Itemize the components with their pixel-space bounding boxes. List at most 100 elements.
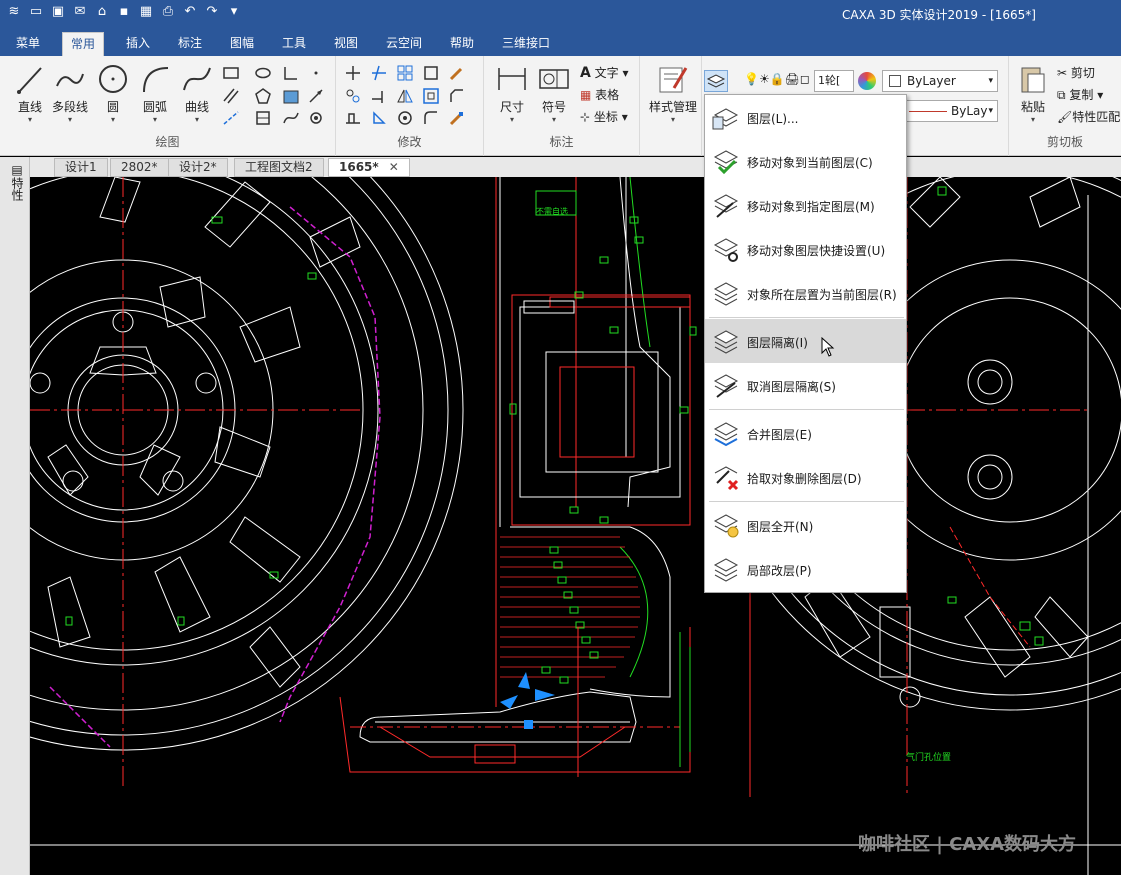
arc-button[interactable]: 圆弧 ▾ [135,62,175,125]
chamfer-icon[interactable] [448,87,466,105]
table-icon: ▦ [580,88,592,102]
doc-tab-design2[interactable]: 设计2* [168,158,228,177]
curve-button[interactable]: 曲线 ▾ [177,62,217,125]
tab-cloud[interactable]: 云空间 [378,32,430,56]
coordinate-button[interactable]: ⊹ 坐标 ▾ [580,108,628,125]
copy-button[interactable]: ⧉ 复制 ▾ [1057,86,1103,103]
symbol-button[interactable]: 符号 ▾ [534,62,574,125]
undo-icon[interactable]: ↶ [182,4,198,20]
offset-icon[interactable] [422,87,440,105]
layer-dropdown-menu: 图层(L)... 移动对象到当前图层(C) 移动对象到指定图层(M) 移动对象图… [704,94,907,593]
open-file-icon[interactable]: ▣ [50,4,66,20]
doc-tab-design1[interactable]: 设计1 [54,158,108,177]
color-bylayer-combo[interactable]: ByLayer ▾ [882,70,998,92]
quick-access-toolbar: ≋ ▭ ▣ ✉ ⌂ ▪ ▦ ⎙ ↶ ↷ ▾ [6,4,242,20]
doc-tab-2802[interactable]: 2802* [110,158,169,177]
tab-view[interactable]: 视图 [326,32,366,56]
chevron-down-icon: ▾ [670,115,675,124]
scissors-icon: ✂ [1057,66,1068,80]
polygon-icon[interactable] [254,87,272,105]
rotate-icon[interactable] [370,109,388,127]
layer-state-icons[interactable]: 💡☀🔒🖨◻ [744,72,810,86]
tab-insert[interactable]: 插入 [118,32,158,56]
tab-3d-interface[interactable]: 三维接口 [494,32,558,56]
color-wheel-icon[interactable] [858,72,876,90]
arrow-icon[interactable] [307,87,325,105]
customize-dropdown-icon[interactable]: ▾ [226,4,242,20]
menu-item-merge-layers[interactable]: 合并图层(E) [705,411,906,455]
table-button[interactable]: ▦ 表格 [580,86,619,103]
text-button[interactable]: A 文字 ▾ [580,64,629,81]
menu-item-set-current-layer[interactable]: 对象所在层置为当前图层(R) [705,271,906,315]
menu-item-layer-quick-settings[interactable]: 移动对象图层快捷设置(U) [705,227,906,271]
arc-icon [143,67,169,93]
print-icon[interactable]: ⎙ [160,4,176,20]
point-icon[interactable] [307,64,325,82]
app-logo-icon[interactable]: ≋ [6,4,22,20]
style-manager-button[interactable]: 样式管理 ▾ [648,62,698,125]
layer-quick-settings-icon [713,238,739,262]
menu-item-layer-isolate[interactable]: 图层隔离(I) [705,319,906,363]
angle-line-icon[interactable] [282,64,300,82]
selection-grip-arrows [500,672,555,729]
tab-menu[interactable]: 菜单 [8,32,48,56]
erase-icon[interactable] [448,109,466,127]
doc-tab-drawing2[interactable]: 工程图文档2 [234,158,324,177]
cut-button[interactable]: ✂ 剪切 [1057,64,1095,81]
menu-item-delete-layer[interactable]: 拾取对象删除图层(D) [705,455,906,499]
move-icon[interactable] [344,64,362,82]
trim-icon[interactable] [370,64,388,82]
explode-icon[interactable] [396,109,414,127]
menu-item-move-to-current-layer[interactable]: 移动对象到当前图层(C) [705,139,906,183]
tab-frame[interactable]: 图幅 [222,32,262,56]
drawing-canvas[interactable]: 不需自选 气门孔位置 [30,177,1121,875]
spline-icon[interactable] [282,109,300,127]
extend-icon[interactable] [370,87,388,105]
menu-item-layer-manager[interactable]: 图层(L)... [705,95,906,139]
tab-tools[interactable]: 工具 [274,32,314,56]
centerline-icon[interactable] [222,109,240,127]
folder-icon[interactable]: ⌂ [94,4,110,20]
style-group: 样式管理 ▾ [640,56,702,156]
line-button[interactable]: 直线 ▾ [10,62,50,125]
close-icon[interactable]: ✕ [389,160,399,174]
doc-tab-1665[interactable]: 1665* ✕ [328,158,410,177]
polyline-button[interactable]: 多段线 ▾ [50,62,90,125]
parallel-line-icon[interactable] [222,87,240,105]
menu-item-partial-change-layer[interactable]: 局部改层(P) [705,547,906,591]
match-properties-button[interactable]: 🖌特性匹配 [1057,108,1120,125]
redo-icon[interactable]: ↷ [204,4,220,20]
menu-separator [709,317,904,318]
paste-button[interactable]: 粘贴 ▾ [1013,62,1053,125]
dimension-button[interactable]: 尺寸 ▾ [492,62,532,125]
rectangle-icon[interactable] [222,64,240,82]
curve-icon [183,67,211,91]
fillet-icon[interactable] [422,109,440,127]
linetype-bylayer-combo[interactable]: ByLay ▾ [906,100,998,122]
stretch-icon[interactable] [344,109,362,127]
layer-tools-button[interactable] [704,70,728,92]
title-bar: ≋ ▭ ▣ ✉ ⌂ ▪ ▦ ⎙ ↶ ↷ ▾ CAXA 3D 实体设计2019 -… [0,0,1121,28]
copy-icon[interactable] [344,87,362,105]
scale-icon[interactable] [422,64,440,82]
layer-combo[interactable]: 1轮[ [814,70,854,92]
hatch-icon[interactable] [282,87,300,105]
gear-icon[interactable] [307,109,325,127]
mirror-icon[interactable] [396,87,414,105]
save-all-icon[interactable]: ▦ [138,4,154,20]
circle-button[interactable]: 圆 ▾ [93,62,133,125]
array-icon[interactable] [396,64,414,82]
menu-item-layer-unisolate[interactable]: 取消图层隔离(S) [705,363,906,407]
properties-tab[interactable]: ▤特性 [7,163,24,201]
ellipse-icon[interactable] [254,64,272,82]
mail-icon[interactable]: ✉ [72,4,88,20]
new-file-icon[interactable]: ▭ [28,4,44,20]
brush-icon[interactable] [448,64,466,82]
menu-item-layers-all-on[interactable]: 图层全开(N) [705,503,906,547]
tab-annotate[interactable]: 标注 [170,32,210,56]
tab-help[interactable]: 帮助 [442,32,482,56]
menu-item-move-to-layer[interactable]: 移动对象到指定图层(M) [705,183,906,227]
break-icon[interactable] [254,109,272,127]
tab-common[interactable]: 常用 [62,32,105,56]
save-icon[interactable]: ▪ [116,4,132,20]
